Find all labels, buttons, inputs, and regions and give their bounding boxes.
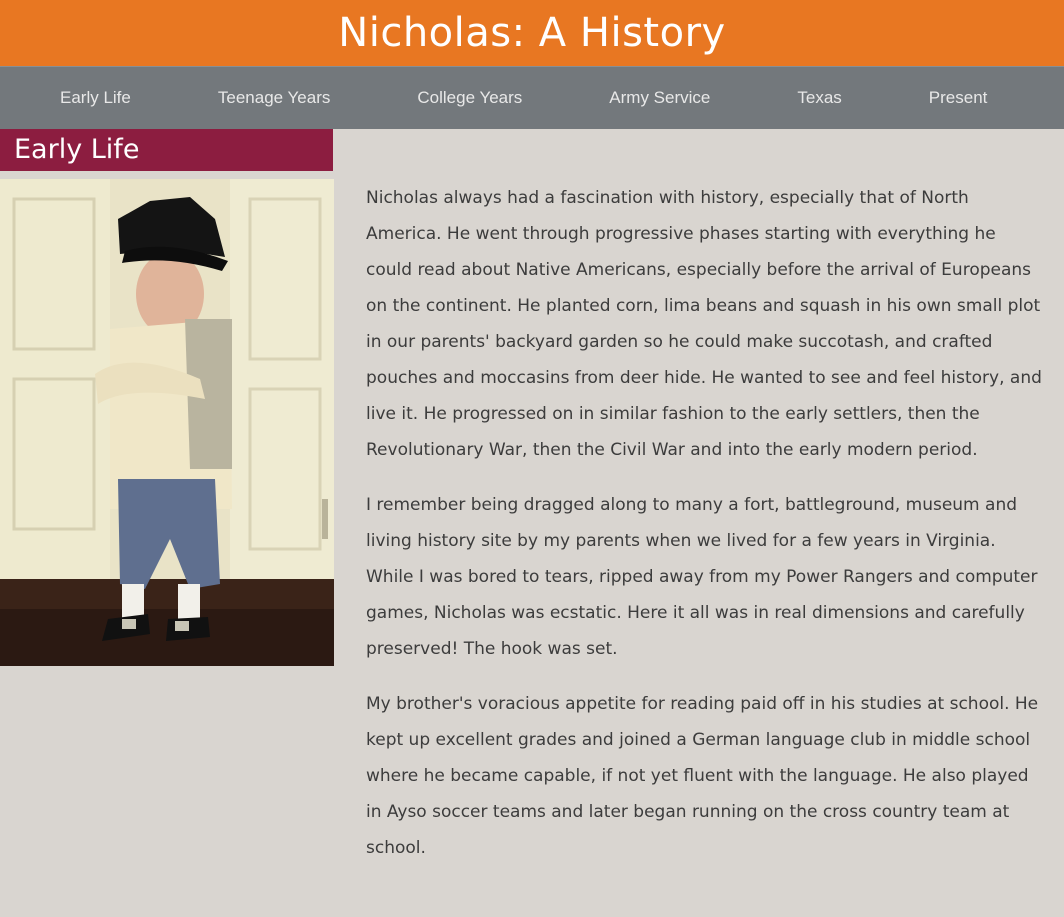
paragraph: My brother's voracious appetite for read…: [366, 694, 1039, 858]
nav-link-texas[interactable]: Texas: [797, 88, 841, 108]
section-title: Early Life: [0, 129, 333, 171]
main-nav: Early Life Teenage Years College Years A…: [0, 66, 1064, 129]
nav-link-army-service[interactable]: Army Service: [609, 88, 710, 108]
paragraph: Nicholas always had a fascination with h…: [366, 188, 1042, 460]
nav-link-college-years[interactable]: College Years: [417, 88, 522, 108]
nav-link-early-life[interactable]: Early Life: [60, 88, 131, 108]
site-title: Nicholas: A History: [338, 10, 726, 56]
nav-link-present[interactable]: Present: [929, 88, 988, 108]
early-life-photo: [0, 179, 334, 666]
site-header: Nicholas: A History: [0, 0, 1064, 66]
paragraph: I remember being dragged along to many a…: [366, 495, 1038, 659]
nav-link-teenage-years[interactable]: Teenage Years: [218, 88, 331, 108]
section-content: Nicholas always had a fascination with h…: [366, 180, 1042, 885]
